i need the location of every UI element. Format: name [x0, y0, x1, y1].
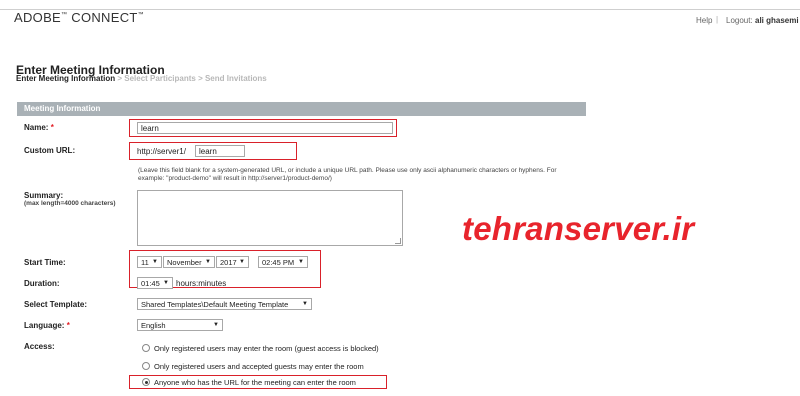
logout-link[interactable]: Logout:: [726, 16, 753, 25]
step-select-participants: > Select Participants: [117, 74, 196, 83]
help-link[interactable]: Help: [696, 16, 712, 25]
name-input[interactable]: learn: [137, 122, 393, 134]
breadcrumb-steps: Enter Meeting Information > Select Parti…: [16, 74, 267, 83]
access-option-anyone[interactable]: Anyone who has the URL for the meeting c…: [154, 378, 356, 387]
chevron-down-icon: ▼: [152, 259, 158, 265]
url-prefix: http://server1/: [137, 147, 186, 156]
template-label: Select Template:: [24, 300, 87, 309]
duration-unit: hours:minutes: [176, 279, 227, 288]
access-radio-blocked[interactable]: [142, 344, 150, 352]
summary-label: Summary:: [24, 191, 64, 200]
required-mark: *: [50, 123, 54, 132]
step-current: Enter Meeting Information: [16, 74, 116, 83]
required-mark: *: [66, 321, 70, 330]
chevron-down-icon: ▼: [205, 259, 211, 265]
section-header: Meeting Information: [17, 102, 586, 116]
user-name: ali ghasemi: [755, 16, 799, 25]
access-label: Access:: [24, 342, 55, 351]
summary-hint: (max length=4000 characters): [24, 200, 116, 207]
access-radio-anyone[interactable]: [142, 378, 150, 386]
chevron-down-icon: ▼: [239, 259, 245, 265]
template-select[interactable]: Shared Templates\Default Meeting Templat…: [137, 298, 312, 310]
duration-select[interactable]: 01:45 ▼: [137, 277, 173, 289]
custom-url-input[interactable]: learn: [195, 145, 245, 157]
step-send-invitations: > Send Invitations: [198, 74, 267, 83]
duration-label: Duration:: [24, 279, 60, 288]
custom-url-note: (Leave this field blank for a system-gen…: [138, 167, 557, 182]
language-label: Language: *: [24, 321, 70, 330]
language-select[interactable]: English ▼: [137, 319, 223, 331]
chevron-down-icon: ▼: [163, 280, 169, 286]
start-year-select[interactable]: 2017 ▼: [216, 256, 249, 268]
start-month-select[interactable]: November ▼: [163, 256, 215, 268]
access-option-guests[interactable]: Only registered users and accepted guest…: [154, 362, 364, 371]
header-separator: |: [716, 15, 719, 24]
chevron-down-icon: ▼: [302, 301, 308, 307]
name-label: Name: *: [24, 123, 54, 132]
chevron-down-icon: ▼: [298, 259, 304, 265]
start-time-select[interactable]: 02:45 PM ▼: [258, 256, 308, 268]
custom-url-label: Custom URL:: [24, 146, 76, 155]
access-option-blocked[interactable]: Only registered users may enter the room…: [154, 344, 379, 353]
section-title: Meeting Information: [24, 104, 101, 113]
resize-grip-icon[interactable]: [395, 238, 401, 244]
start-time-label: Start Time:: [24, 258, 66, 267]
start-day-select[interactable]: 11 ▼: [137, 256, 162, 268]
watermark-text: tehranserver.ir: [462, 210, 695, 247]
summary-textarea[interactable]: [137, 190, 403, 246]
access-radio-guests[interactable]: [142, 362, 150, 370]
adobe-connect-logo: ADOBE™ CONNECT™: [14, 10, 144, 25]
chevron-down-icon: ▼: [213, 322, 219, 328]
